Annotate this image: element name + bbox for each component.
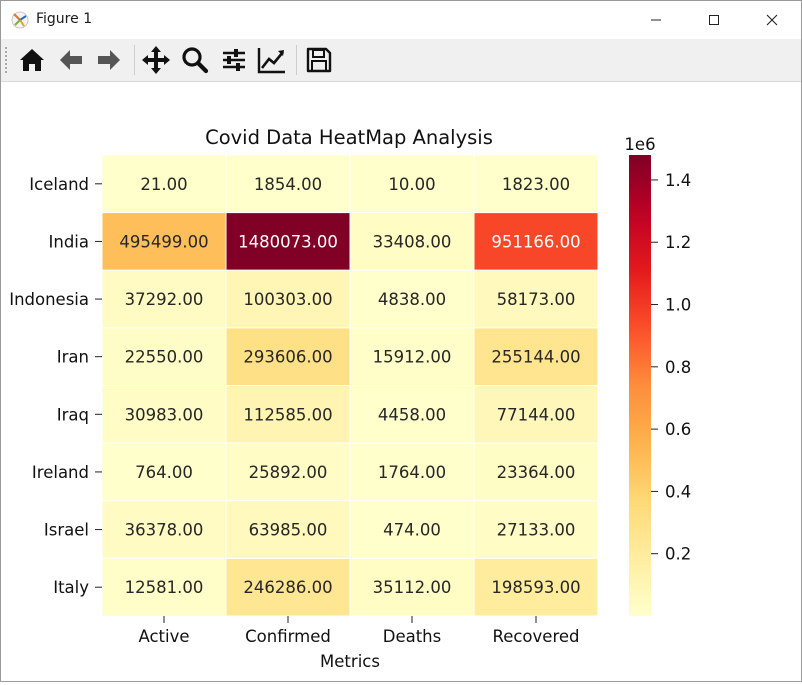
colorbar-gradient [629,155,651,616]
pan-icon [142,46,170,74]
cell-value-label: 36378.00 [125,521,204,540]
cell-value-label: 37292.00 [125,290,204,309]
close-icon [766,14,778,26]
maximize-button[interactable] [685,1,743,39]
forward-arrow-icon [98,50,120,70]
colorbar-tick-label: 1.4 [665,171,691,190]
y-tick-label: Italy [53,578,89,597]
cell-value-label: 1480073.00 [238,232,338,251]
configure-subplots-button[interactable] [218,44,250,76]
maximize-icon [709,15,719,25]
close-button[interactable] [743,1,801,39]
home-button[interactable] [16,44,48,76]
cell-value-label: 35112.00 [373,578,452,597]
colorbar-tick-label: 1.0 [665,296,691,315]
colorbar-multiplier-label: 1e6 [624,135,655,154]
cell-value-label: 21.00 [140,175,187,194]
colorbar-tick-label: 0.6 [665,420,691,439]
back-arrow-icon [60,50,82,70]
colorbar: 1e6 0.2 0.4 0.6 0.8 1.0 1.2 1.4 [624,135,691,616]
window-title: Figure 1 [36,11,93,27]
edit-axes-icon [257,48,285,74]
configure-subplots-icon [223,49,245,71]
figure-window: Figure 1 Covid Data HeatMap Analysis 21.… [0,0,802,682]
colorbar-tick-label: 1.2 [665,233,691,252]
colorbar-tick-label: 0.8 [665,358,691,377]
cell-value-label: 23364.00 [497,463,576,482]
y-tick-label: Israel [44,521,89,540]
cell-value-label: 4838.00 [378,290,446,309]
figure-canvas: Covid Data HeatMap Analysis 21.00 1854.00… [1,82,801,681]
cell-value-label: 764.00 [135,463,193,482]
x-tick-label: Deaths [383,627,442,646]
toolbar-separator [134,45,135,75]
cell-value-label: 58173.00 [497,290,576,309]
cell-value-label: 4458.00 [378,405,446,424]
forward-button[interactable] [93,44,125,76]
cell-value-label: 495499.00 [119,232,208,251]
cell-value-label: 77144.00 [497,405,576,424]
cell-value-label: 293606.00 [243,348,332,367]
cell-value-label: 951166.00 [491,232,580,251]
cell-value-label: 10.00 [388,175,435,194]
heatmap-cells: 21.00 1854.00 10.00 1823.00 495499.00 1480073… [101,154,599,617]
cell-value-label: 246286.00 [243,578,332,597]
cell-value-label: 198593.00 [491,578,580,597]
y-tick-label: Iran [57,348,89,367]
cell-value-label: 474.00 [383,521,441,540]
cell-value-label: 27133.00 [497,521,576,540]
y-tick-label: India [49,232,90,251]
cell-value-label: 63985.00 [249,521,328,540]
x-axis-label: Metrics [320,652,380,671]
toolbar-grip [5,47,7,73]
zoom-button[interactable] [179,44,211,76]
heatmap-chart: Covid Data HeatMap Analysis 21.00 1854.00… [9,126,691,671]
cell-value-label: 255144.00 [491,348,580,367]
y-tick-label: Iraq [57,405,89,424]
colorbar-tick-label: 0.4 [665,482,691,501]
chart-title: Covid Data HeatMap Analysis [205,126,493,149]
minimize-button[interactable] [627,1,685,39]
cell-value-label: 12581.00 [125,578,204,597]
navigation-toolbar [1,39,801,82]
y-tick-label: Iceland [29,175,89,194]
minimize-icon [651,19,661,21]
colorbar-tick-label: 0.2 [665,545,691,564]
x-tick-label: Recovered [492,627,579,646]
cell-value-label: 25892.00 [249,463,328,482]
title-bar: Figure 1 [1,1,801,39]
back-button[interactable] [55,44,87,76]
zoom-icon [182,47,209,74]
cell-value-label: 112585.00 [243,405,332,424]
save-icon [306,47,332,73]
cell-value-label: 1854.00 [254,175,322,194]
cell-value-label: 30983.00 [125,405,204,424]
y-tick-label: Indonesia [9,290,89,309]
toolbar-separator [296,45,297,75]
y-tick-label: Ireland [32,463,89,482]
y-axis: Iceland India Indonesia Iran Iraq Ireland Isra… [9,175,102,597]
edit-axes-button[interactable] [256,44,288,76]
x-axis: Active Confirmed Deaths Recovered [138,616,580,646]
pan-button[interactable] [140,44,172,76]
matplotlib-logo-icon [11,11,29,29]
cell-value-label: 1764.00 [378,463,446,482]
cell-value-label: 22550.00 [125,348,204,367]
x-tick-label: Active [138,627,189,646]
save-button[interactable] [303,44,335,76]
cell-value-label: 33408.00 [373,232,452,251]
cell-value-label: 100303.00 [243,290,332,309]
home-icon [20,49,44,71]
x-tick-label: Confirmed [245,627,331,646]
cell-value-label: 1823.00 [502,175,570,194]
cell-value-label: 15912.00 [373,348,452,367]
